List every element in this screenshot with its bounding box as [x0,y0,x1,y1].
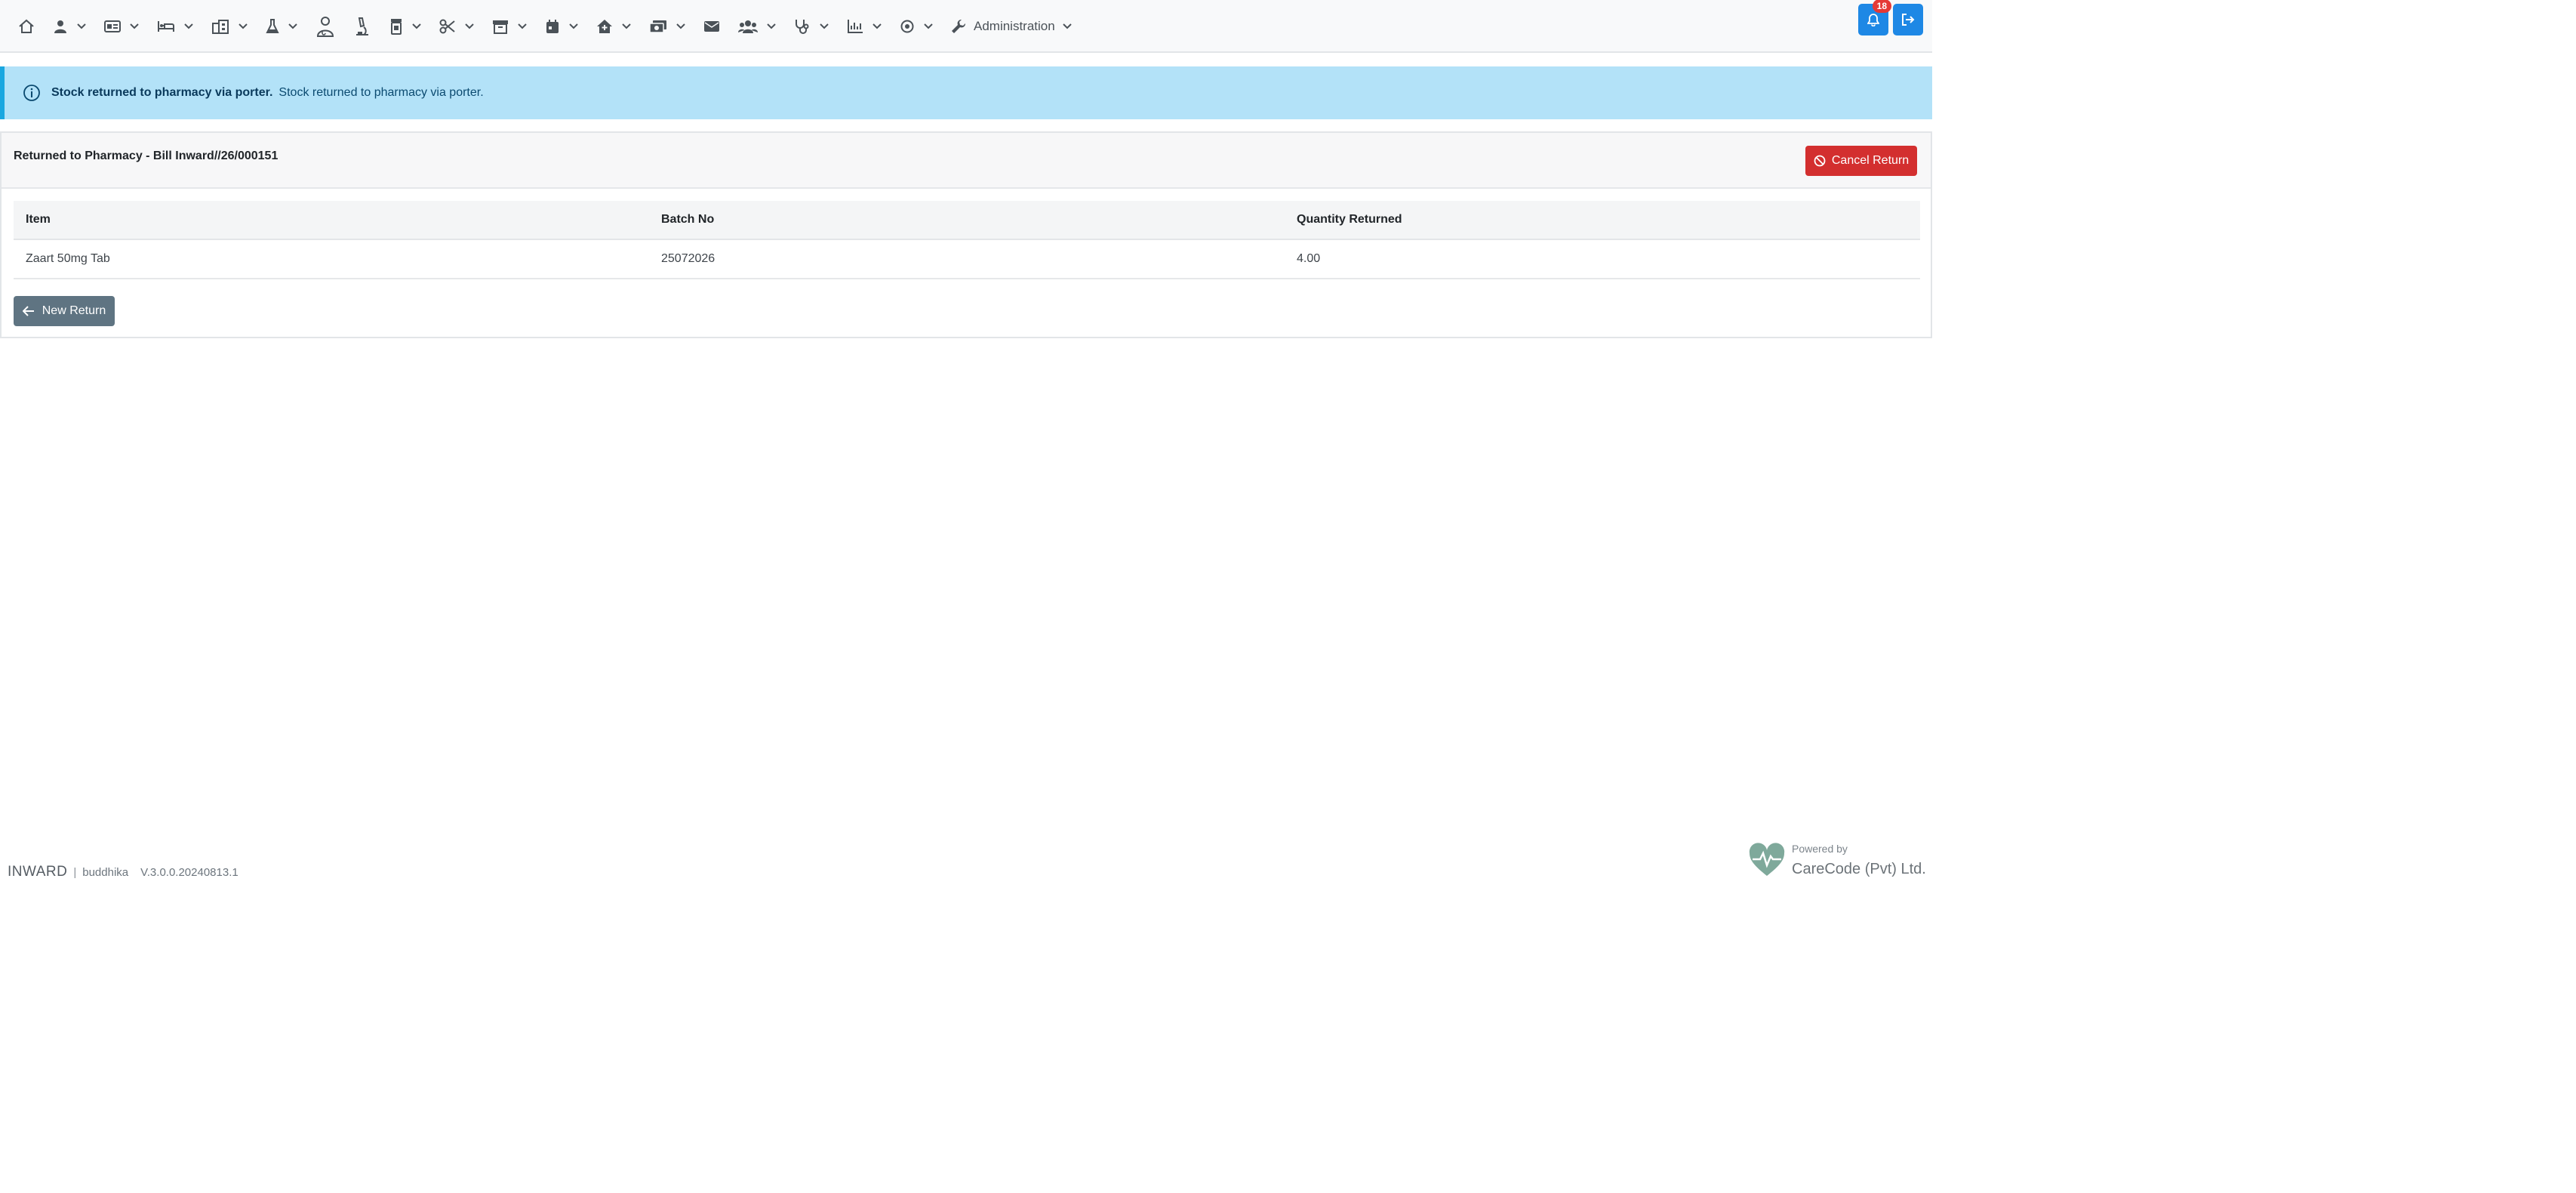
cell-quantity-returned: 4.00 [1297,252,1321,265]
store-nav-dropdown[interactable] [483,0,536,53]
envelope-icon [704,21,719,32]
clinical-nav-dropdown[interactable] [785,0,838,53]
footer-info: INWARD | buddhika V.3.0.0.20240813.1 [8,864,239,880]
returned-items-table: Item Batch No Quantity Returned Zaart 50… [14,201,1920,279]
messages-nav-button[interactable] [694,0,729,53]
footer-separator: | [73,865,77,879]
arrow-left-icon [22,306,34,316]
patient-nav-dropdown[interactable] [44,0,95,53]
house-medical-icon [597,20,612,33]
return-card: Returned to Pharmacy - Bill Inward//26/0… [0,131,1932,338]
chevron-down-icon [184,23,193,29]
appointments-nav-dropdown[interactable] [536,0,587,53]
logged-user: buddhika [82,865,129,879]
chevron-down-icon [465,23,474,29]
chevron-down-icon [569,23,578,29]
new-return-label: New Return [42,304,106,317]
theatre-nav-dropdown[interactable] [430,0,483,53]
home-nav-button[interactable] [9,0,44,53]
clinic-nav-dropdown[interactable] [587,0,640,53]
money-icon [649,20,666,33]
user-icon [54,20,66,33]
column-header-batch-no[interactable]: Batch No [649,213,1285,227]
chevron-down-icon [622,23,631,29]
chevron-down-icon [1063,23,1072,29]
hospital-icon [212,20,229,34]
doctor-icon [316,17,334,37]
carecode-heart-logo [1749,843,1785,876]
gear-icon [900,20,914,33]
settings-nav-dropdown[interactable] [891,0,942,53]
opd-nav-dropdown[interactable] [95,0,148,53]
column-header-quantity-returned[interactable]: Quantity Returned [1285,213,1920,227]
info-alert: Stock returned to pharmacy via porter. S… [0,66,1932,119]
page-title: Returned to Pharmacy - Bill Inward//26/0… [14,150,279,162]
table-header-row: Item Batch No Quantity Returned [14,201,1920,240]
nav-menu: Administration [9,0,1081,53]
users-icon [738,20,758,33]
chevron-down-icon [820,23,829,29]
archive-icon [493,20,508,34]
logout-button[interactable] [1893,4,1923,35]
info-circle-icon [23,85,40,101]
department-name: INWARD [8,864,68,880]
alert-summary: Stock returned to pharmacy via porter. [51,86,273,99]
calendar-icon [546,20,559,33]
top-navbar: Administration 18 [0,0,1932,53]
chevron-down-icon [767,23,776,29]
chevron-down-icon [873,23,882,29]
footer-branding: Powered by CareCode (Pvt) Ltd. [1748,843,1926,879]
chevron-down-icon [77,23,86,29]
home-icon [19,19,34,33]
wrench-icon [952,19,966,33]
card-header: Returned to Pharmacy - Bill Inward//26/0… [2,133,1931,189]
new-return-button[interactable]: New Return [14,296,115,326]
chevron-down-icon [518,23,527,29]
column-header-item[interactable]: Item [14,213,649,227]
chevron-down-icon [676,23,685,29]
cancel-return-label: Cancel Return [1831,154,1910,167]
ban-icon [1814,155,1826,167]
pill-bottle-icon [391,19,402,35]
sign-out-icon [1902,14,1915,26]
bed-icon [158,21,174,32]
bell-icon [1867,14,1879,26]
chevron-down-icon [130,23,139,29]
cancel-return-button[interactable]: Cancel Return [1805,146,1917,176]
chevron-down-icon [924,23,933,29]
navbar-actions: 18 [1858,0,1923,35]
chevron-down-icon [288,23,297,29]
company-name: CareCode (Pvt) Ltd. [1792,861,1926,877]
lab-nav-dropdown[interactable] [257,0,306,53]
administration-label: Administration [974,19,1055,33]
notification-count-badge: 18 [1872,0,1891,13]
chevron-down-icon [239,23,248,29]
scissors-icon [439,19,455,34]
powered-by-label: Powered by [1792,843,1848,855]
chart-line-icon [848,20,863,33]
cashier-nav-dropdown[interactable] [640,0,694,53]
microscope-icon [356,17,368,35]
hospital-nav-dropdown[interactable] [202,0,257,53]
app-version: V.3.0.0.20240813.1 [140,865,239,879]
notifications-button[interactable]: 18 [1858,0,1891,35]
pharmacy-nav-dropdown[interactable] [380,0,430,53]
hr-nav-dropdown[interactable] [729,0,785,53]
flask-icon [266,19,279,33]
inward-nav-dropdown[interactable] [148,0,202,53]
administration-nav-dropdown[interactable]: Administration [942,0,1081,53]
stethoscope-icon [796,20,809,34]
cell-batch-no: 25072026 [661,252,716,265]
radiology-nav-button[interactable] [344,0,380,53]
chevron-down-icon [412,23,421,29]
reports-nav-dropdown[interactable] [838,0,891,53]
doctor-nav-button[interactable] [306,0,344,53]
alert-detail: Stock returned to pharmacy via porter. [279,86,484,99]
table-row: Zaart 50mg Tab 25072026 4.00 [14,240,1920,279]
cell-item: Zaart 50mg Tab [26,252,110,265]
id-card-icon [104,20,121,32]
